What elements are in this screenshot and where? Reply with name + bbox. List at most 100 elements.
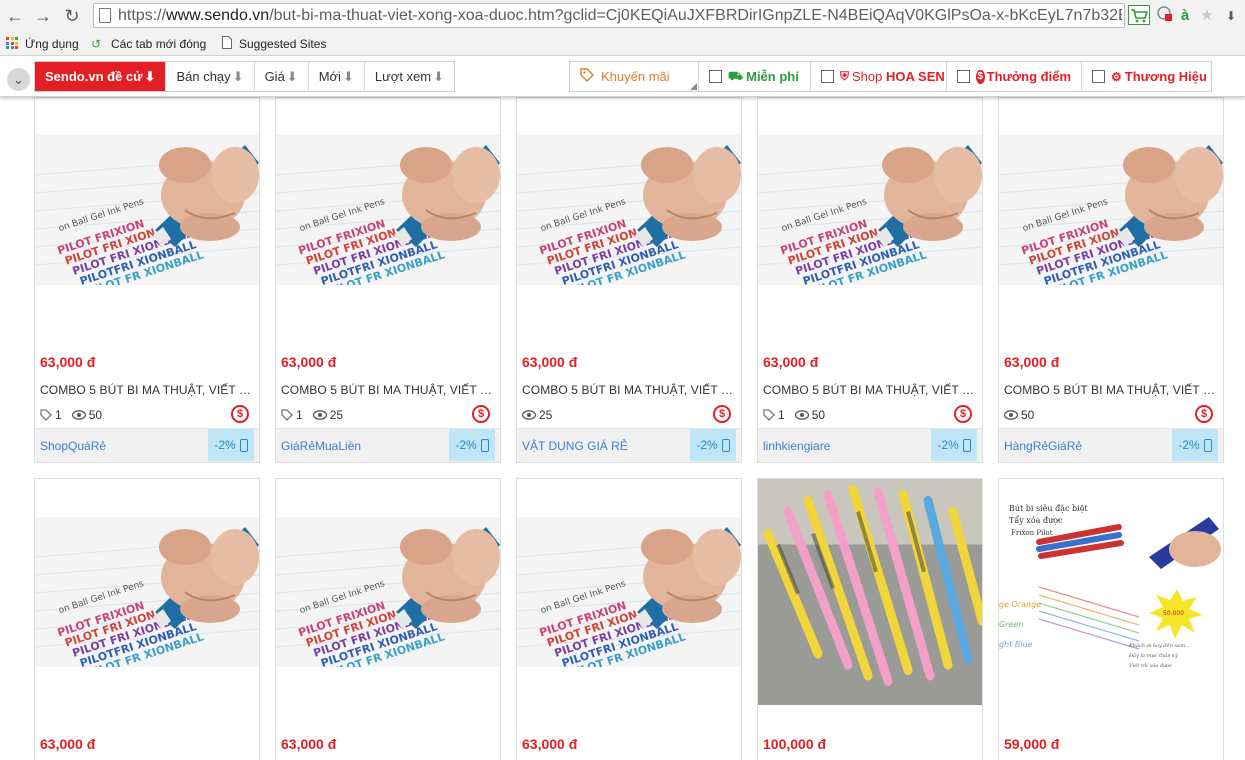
filter-free-ship[interactable]: ⛟ Miễn phí	[698, 62, 810, 91]
product-image[interactable]	[758, 135, 982, 285]
product-title[interactable]: COMBO 5 BÚT BI MA THUẬT, VIẾT XONG XÓA Đ…	[281, 383, 493, 397]
shop-link[interactable]: VẬT DỤNG GIÁ RẺ	[522, 439, 628, 453]
reload-icon[interactable]: ↻	[60, 4, 84, 28]
promo-label: Khuyến mãi	[601, 69, 670, 84]
bookmark-recent-tabs[interactable]: Các tab mới đóng	[111, 36, 206, 52]
product-card[interactable]: 63,000 đ COMBO 5 BÚT BI MA THUẬT, VIẾT X…	[516, 97, 742, 463]
bookmark-star-icon[interactable]: ★	[1197, 5, 1217, 27]
discount-value: -2%	[696, 438, 718, 452]
product-title[interactable]: COMBO 5 BÚT BI MA THUẬT, VIẾT XONG XÓA Đ…	[522, 383, 734, 397]
mobile-discount-badge: -2%	[208, 429, 254, 461]
mobile-discount-badge: -2%	[690, 429, 736, 461]
product-image[interactable]	[999, 135, 1223, 285]
view-count: 50	[1004, 408, 1034, 422]
product-image[interactable]	[999, 497, 1223, 685]
product-price: 63,000 đ	[763, 354, 819, 370]
eye-icon	[522, 410, 536, 420]
discount-value: -2%	[214, 438, 236, 452]
promo-dropdown[interactable]: Khuyến mãi	[570, 62, 698, 91]
view-count-value: 50	[88, 408, 103, 422]
product-card[interactable]: 59,000 đ	[998, 478, 1224, 760]
page-info-icon[interactable]	[99, 8, 111, 23]
filter-brand[interactable]: ⚙ Thương Hiệu	[1081, 62, 1211, 91]
url-text[interactable]: https://www.sendo.vn/but-bi-ma-thuat-vie…	[118, 7, 1122, 25]
view-count-value: 25	[539, 408, 553, 422]
url-path: /but-bi-ma-thuat-viet-xong-xoa-duoc.htm?…	[269, 7, 1122, 24]
filter-reward-points[interactable]: $ Thưởng điểm	[946, 62, 1081, 91]
a-extension-icon[interactable]: à	[1177, 5, 1193, 27]
history-icon[interactable]: ↺	[91, 36, 101, 52]
dollar-circle-icon: $	[231, 405, 249, 423]
filter-shop-hoa-sen[interactable]: ⛨ Shop HOA SEN	[810, 62, 946, 91]
bookmark-apps[interactable]: Ứng dụng	[25, 36, 79, 52]
free-ship-checkbox[interactable]	[709, 70, 722, 83]
collapse-chevron-icon[interactable]: ⌄	[7, 68, 30, 91]
product-price: 63,000 đ	[522, 736, 578, 752]
reward-checkbox[interactable]	[957, 70, 970, 83]
sort-newest[interactable]: Mới ⬇	[307, 62, 364, 91]
product-price: 63,000 đ	[40, 736, 96, 752]
product-card[interactable]: 100,000 đ	[757, 478, 983, 760]
product-card[interactable]: 63,000 đ COMBO 5 BÚT BI MA THUẬT, VIẾT X…	[757, 97, 983, 463]
shop-link[interactable]: linhkiengiare	[763, 439, 830, 453]
shop-link[interactable]: ShopQuáRẻ	[40, 439, 106, 453]
apps-grid-icon[interactable]	[6, 37, 18, 49]
sort-views[interactable]: Lượt xem ⬇	[363, 62, 454, 91]
shop-hoa-sen-checkbox[interactable]	[821, 70, 834, 83]
lotus-shield-icon: ⛨	[840, 69, 850, 83]
lock-extension-icon[interactable]	[1155, 5, 1175, 27]
sort-price[interactable]: Giá ⬇	[253, 62, 308, 91]
dollar-circle-icon: $	[472, 405, 490, 423]
product-price: 63,000 đ	[281, 354, 337, 370]
cart-extension-icon[interactable]	[1127, 5, 1151, 27]
phone-icon	[962, 438, 971, 452]
product-card[interactable]: 63,000 đ COMBO 5 BÚT BI MA THUẬT, VIẾT X…	[34, 97, 260, 463]
view-count-value: 25	[329, 408, 344, 422]
tag-count: 1	[40, 408, 62, 422]
eye-icon	[1004, 410, 1018, 420]
shop-link[interactable]: GiáRẻMuaLiền	[281, 439, 361, 453]
forward-arrow-icon[interactable]: →	[31, 4, 55, 28]
bookmarks-bar: Ứng dụng ↺ Các tab mới đóng Suggested Si…	[0, 32, 1245, 80]
sort-arrow-icon: ⬇	[232, 68, 244, 84]
product-image[interactable]	[276, 135, 500, 285]
sort-best-selling[interactable]: Bán chạy ⬇	[165, 62, 253, 91]
product-image[interactable]	[35, 517, 259, 667]
product-stats: 1 25	[281, 407, 353, 423]
back-arrow-icon[interactable]: ←	[3, 4, 27, 28]
view-count-value: 50	[1021, 408, 1035, 422]
product-card[interactable]: 63,000 đ COMBO 5 BÚT BI MA THUẬT, VIẾT X…	[998, 97, 1224, 463]
product-title[interactable]: COMBO 5 BÚT BI MA THUẬT, VIẾT XONG XÓA Đ…	[763, 383, 975, 397]
brand-checkbox[interactable]	[1092, 70, 1105, 83]
product-image[interactable]	[758, 479, 982, 705]
product-image[interactable]	[276, 517, 500, 667]
dropdown-corner-icon	[690, 83, 697, 90]
product-price: 59,000 đ	[1004, 736, 1060, 752]
eye-icon	[794, 410, 809, 420]
product-card[interactable]: 63,000 đ COMBO 5 BÚT BI MA THUẬT, VIẾT X…	[275, 97, 501, 463]
download-icon[interactable]: ⬇	[1221, 5, 1241, 27]
product-title[interactable]: COMBO 5 BÚT BI MA THUẬT, VIẾT XONG XÓA Đ…	[1004, 383, 1216, 397]
product-card[interactable]: 63,000 đ	[275, 478, 501, 760]
mobile-discount-badge: -2%	[931, 429, 977, 461]
bookmark-suggested-sites[interactable]: Suggested Sites	[239, 36, 326, 52]
product-image[interactable]	[35, 135, 259, 285]
shop-link[interactable]: HàngRẻGiáRẻ	[1004, 439, 1082, 453]
dollar-circle-icon: $	[976, 69, 985, 84]
mobile-discount-badge: -2%	[449, 429, 495, 461]
address-bar[interactable]: https://www.sendo.vn/but-bi-ma-thuat-vie…	[93, 3, 1125, 28]
sort-arrow-icon: ⬇	[433, 68, 445, 84]
product-image[interactable]	[517, 517, 741, 667]
promo-tag-icon	[580, 68, 594, 85]
product-title[interactable]: COMBO 5 BÚT BI MA THUẬT, VIẾT XONG XÓA Đ…	[40, 383, 252, 397]
product-card[interactable]: 63,000 đ	[34, 478, 260, 760]
product-image[interactable]	[517, 135, 741, 285]
product-price: 63,000 đ	[40, 354, 96, 370]
product-card[interactable]: 63,000 đ	[516, 478, 742, 760]
phone-icon	[1203, 438, 1212, 452]
product-stats: 50	[1004, 407, 1044, 423]
page-icon	[222, 36, 232, 52]
brand-label: Thương Hiệu	[1124, 69, 1207, 84]
sort-recommended[interactable]: Sendo.vn đề cử ⬇	[35, 62, 166, 91]
discount-value: -2%	[1178, 438, 1200, 452]
